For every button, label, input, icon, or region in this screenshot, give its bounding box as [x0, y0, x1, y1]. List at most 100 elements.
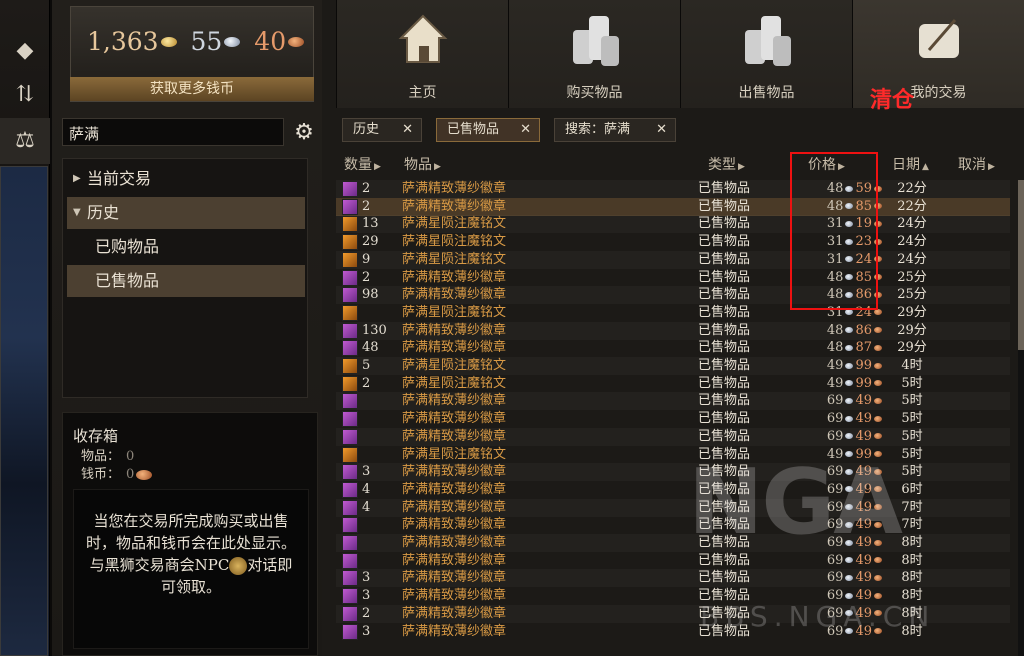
wallet-values: 1,363 55 40 — [87, 25, 310, 56]
row-date: 5时 — [901, 375, 923, 391]
header-date[interactable]: 日期 ▲ — [892, 154, 929, 174]
table-row[interactable]: 13 萨满星陨注魔铭文 已售物品 31 19 24分 — [336, 215, 1010, 233]
row-item: 萨满星陨注魔铭文 — [402, 446, 507, 462]
table-header: 数量 ▶ 物品 ▶ 类型 ▶ 价格 ▶ 日期 ▲ 取消 ▶ — [336, 150, 1024, 178]
header-qty[interactable]: 数量 ▶ — [344, 154, 381, 174]
row-type: 已售物品 — [698, 393, 751, 409]
row-qty: 2 — [362, 269, 371, 285]
tab-buy[interactable]: 购买物品 — [508, 0, 680, 108]
collection-title: 收存箱 — [73, 427, 119, 445]
npc-icon — [229, 557, 248, 575]
nav-label: 已售物品 — [95, 271, 160, 290]
table-row[interactable]: 萨满星陨注魔铭文 已售物品 49 99 5时 — [336, 446, 1010, 464]
scroll-thumb[interactable] — [1018, 180, 1024, 350]
header-label: 取消 — [958, 157, 986, 173]
table-row[interactable]: 2 萨满精致薄纱徽章 已售物品 48 59 22分 — [336, 180, 1010, 198]
copper-coin-icon — [874, 557, 882, 564]
row-item: 萨满精致薄纱徽章 — [402, 623, 507, 639]
header-type[interactable]: 类型 ▶ — [708, 154, 745, 174]
copper-coin-icon — [874, 327, 882, 334]
table-row[interactable]: 5 萨满星陨注魔铭文 已售物品 49 99 4时 — [336, 357, 1010, 375]
row-item: 萨满精致薄纱徽章 — [402, 605, 507, 621]
close-icon[interactable]: ✕ — [656, 119, 667, 141]
row-item: 萨满精致薄纱徽章 — [402, 269, 507, 285]
scrollbar[interactable] — [1018, 180, 1024, 656]
get-more-coins-button[interactable]: 获取更多钱币 — [70, 77, 314, 101]
table-row[interactable]: 萨满精致薄纱徽章 已售物品 69 49 7时 — [336, 516, 1010, 534]
tab-home[interactable]: 主页 — [336, 0, 508, 108]
table-row[interactable]: 萨满精致薄纱徽章 已售物品 69 49 5时 — [336, 410, 1010, 428]
row-type: 已售物品 — [698, 411, 751, 427]
row-qty: 3 — [362, 570, 371, 586]
table-row[interactable]: 4 萨满精致薄纱徽章 已售物品 69 49 7时 — [336, 499, 1010, 517]
trading-post-tab[interactable]: ⚖ — [0, 118, 50, 164]
header-item[interactable]: 物品 ▶ — [404, 154, 441, 174]
chevron-right-icon: ▶ — [73, 173, 81, 184]
filter-search[interactable]: 搜索：萨满 ✕ — [554, 118, 676, 142]
table-row[interactable]: 130 萨满精致薄纱徽章 已售物品 48 86 29分 — [336, 322, 1010, 340]
scroll-quill-icon — [918, 19, 959, 58]
coin-stacks-icon — [744, 16, 791, 66]
close-icon[interactable]: ✕ — [402, 119, 413, 141]
row-price: 69 49 — [806, 428, 882, 446]
filter-history[interactable]: 历史 ✕ — [342, 118, 422, 142]
gear-icon[interactable]: ⚙ — [290, 119, 318, 147]
header-cancel[interactable]: 取消 ▶ — [958, 154, 995, 174]
search-input[interactable]: 萨满 — [62, 118, 284, 146]
filter-sold[interactable]: 已售物品 ✕ — [436, 118, 540, 142]
row-type: 已售物品 — [698, 287, 751, 303]
gem-icon[interactable]: ◆ — [8, 36, 42, 66]
table-row[interactable]: 98 萨满精致薄纱徽章 已售物品 48 86 25分 — [336, 286, 1010, 304]
copper-coin-icon — [874, 397, 882, 404]
table-row[interactable]: 29 萨满星陨注魔铭文 已售物品 31 23 24分 — [336, 233, 1010, 251]
copper-coin-icon — [874, 309, 882, 316]
row-type: 已售物品 — [698, 570, 751, 586]
table-row[interactable]: 2 萨满精致薄纱徽章 已售物品 48 85 25分 — [336, 269, 1010, 287]
table-row[interactable]: 萨满精致薄纱徽章 已售物品 69 49 8时 — [336, 534, 1010, 552]
copper-coin-icon — [874, 380, 882, 387]
gold-coin-icon — [160, 36, 177, 47]
collection-box: 收存箱 物品： 0 钱币： 0 当您在交易所完成购买或出售时，物品和钱币会在此处显示… — [62, 412, 318, 656]
table-row[interactable]: 9 萨满星陨注魔铭文 已售物品 31 24 24分 — [336, 251, 1010, 269]
table-row[interactable]: 2 萨满精致薄纱徽章 已售物品 48 85 22分 — [336, 197, 1010, 216]
row-type: 已售物品 — [698, 304, 751, 320]
row-type: 已售物品 — [698, 375, 751, 391]
emblem-icon — [342, 570, 358, 587]
background-scene — [0, 166, 48, 656]
row-qty: 3 — [362, 588, 371, 604]
copper-coin-icon — [874, 415, 882, 422]
table-row[interactable]: 萨满星陨注魔铭文 已售物品 31 24 29分 — [336, 304, 1010, 322]
close-icon[interactable]: ✕ — [520, 119, 531, 141]
nav-label: 历史 — [87, 203, 120, 222]
row-item: 萨满精致薄纱徽章 — [402, 464, 507, 480]
row-qty: 3 — [362, 464, 371, 480]
nav-current-trades[interactable]: ▶ 当前交易 — [67, 163, 305, 195]
table-row[interactable]: 3 萨满精致薄纱徽章 已售物品 69 49 5时 — [336, 463, 1010, 481]
nav-sold[interactable]: 已售物品 — [67, 265, 305, 297]
row-item: 萨满精致薄纱徽章 — [402, 535, 507, 550]
table-row[interactable]: 萨满精致薄纱徽章 已售物品 69 49 5时 — [336, 428, 1010, 446]
row-item: 萨满精致薄纱徽章 — [402, 588, 507, 604]
table-row[interactable]: 48 萨满精致薄纱徽章 已售物品 48 87 29分 — [336, 339, 1010, 357]
table-row[interactable]: 4 萨满精致薄纱徽章 已售物品 69 49 6时 — [336, 481, 1010, 499]
annotation-text: 清仓 — [870, 88, 915, 113]
table-row[interactable]: 萨满精致薄纱徽章 已售物品 69 49 8时 — [336, 552, 1010, 570]
chip-label: 历史 — [353, 122, 380, 137]
table-row[interactable]: 萨满精致薄纱徽章 已售物品 69 49 5时 — [336, 392, 1010, 410]
row-price: 49 99 — [806, 357, 882, 375]
row-date: 24分 — [897, 251, 927, 267]
nav-history[interactable]: ▼ 历史 — [67, 197, 305, 229]
row-qty: 3 — [362, 623, 371, 639]
silver-coin-icon — [845, 309, 854, 316]
row-item: 萨满精致薄纱徽章 — [402, 517, 507, 533]
row-price: 69 49 — [806, 410, 882, 428]
swap-icon[interactable]: ⇅ — [8, 80, 42, 110]
table-row[interactable]: 3 萨满精致薄纱徽章 已售物品 69 49 8时 — [336, 569, 1010, 587]
tab-sell[interactable]: 出售物品 — [680, 0, 852, 108]
top-tabs: 主页 购买物品 出售物品 我的交易 — [336, 0, 1024, 108]
emblem-icon — [342, 481, 358, 498]
price-copper: 49 — [855, 393, 872, 409]
table-row[interactable]: 2 萨满星陨注魔铭文 已售物品 49 99 5时 — [336, 375, 1010, 393]
nav-bought[interactable]: 已购物品 — [67, 231, 305, 263]
row-type: 已售物品 — [698, 322, 751, 338]
